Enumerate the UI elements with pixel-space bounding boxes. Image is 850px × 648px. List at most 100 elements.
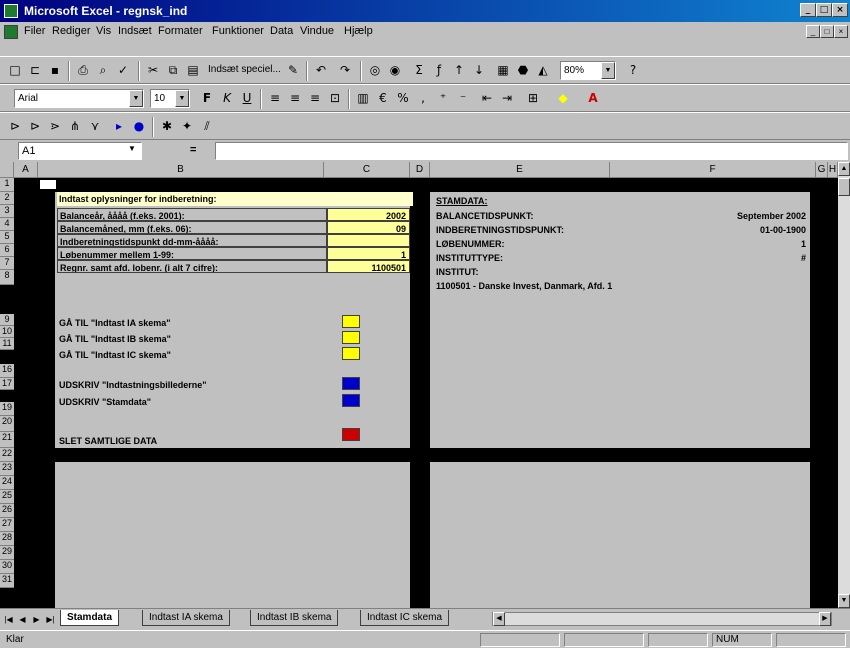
underline-icon[interactable]: U (238, 90, 256, 107)
print-icon[interactable]: ⎙ (74, 62, 92, 79)
next-sheet-icon[interactable]: ▶ (30, 613, 43, 626)
menu-data[interactable]: Data (270, 25, 293, 37)
record-icon[interactable]: ● (130, 118, 148, 135)
bold-icon[interactable]: F (198, 90, 216, 107)
doc-restore-button[interactable]: □ (820, 25, 834, 38)
field-value-reg-number[interactable]: 1100501 (327, 260, 410, 273)
align-right-icon[interactable]: ≡ (306, 90, 324, 107)
decrease-indent-icon[interactable]: ⇤ (478, 90, 496, 107)
row-header[interactable]: 4 (0, 218, 14, 231)
print-input-button[interactable] (342, 377, 360, 390)
row-header[interactable]: 20 (0, 416, 14, 432)
menu-file[interactable]: Filer (24, 25, 45, 37)
last-sheet-icon[interactable]: ▶| (44, 613, 57, 626)
row-header[interactable]: 16 (0, 364, 14, 378)
tab-indtast-ia[interactable]: Indtast IA skema (142, 610, 230, 626)
selected-cell-a1[interactable] (38, 178, 58, 191)
format-painter-icon[interactable]: ✎ (284, 62, 302, 79)
row-header[interactable]: 9 (0, 314, 14, 326)
align-left-icon[interactable]: ≡ (266, 90, 284, 107)
macro-icon[interactable]: ✱ (158, 118, 176, 135)
field-value-balance-year[interactable]: 2002 (327, 208, 410, 221)
goto-ib-button[interactable] (342, 331, 360, 344)
workbook-icon[interactable] (4, 25, 18, 39)
trace-error-icon[interactable]: ⋔ (66, 118, 84, 135)
sort-ascending-icon[interactable]: ↑ (450, 62, 468, 79)
menu-insert[interactable]: Indsæt (118, 25, 152, 37)
scroll-thumb[interactable] (838, 178, 850, 196)
first-sheet-icon[interactable]: |◀ (2, 613, 15, 626)
column-header-a[interactable]: A (14, 162, 38, 178)
goto-ic-button[interactable] (342, 347, 360, 360)
scroll-right-icon[interactable]: ▶ (819, 612, 831, 626)
column-header-g[interactable]: G (816, 162, 828, 178)
copy-icon[interactable]: ⧉ (164, 62, 182, 79)
map-icon[interactable]: ⬣ (514, 62, 532, 79)
office-assistant-icon[interactable]: ? (624, 62, 642, 79)
prev-sheet-icon[interactable]: ◀ (16, 613, 29, 626)
row-header[interactable]: 30 (0, 560, 14, 574)
maximize-button[interactable]: □ (816, 3, 832, 17)
new-comment-icon[interactable]: ⋎ (86, 118, 104, 135)
row-header[interactable]: 5 (0, 231, 14, 244)
doc-minimize-button[interactable]: _ (806, 25, 820, 38)
field-value-sequence-number[interactable]: 1 (327, 247, 410, 260)
field-value-balance-month[interactable]: 09 (327, 221, 410, 234)
tab-indtast-ib[interactable]: Indtast IB skema (250, 610, 339, 626)
vertical-scrollbar[interactable]: ▲ ▼ (838, 162, 850, 608)
chevron-down-icon[interactable]: ▼ (128, 144, 136, 153)
scroll-up-icon[interactable]: ▲ (838, 162, 850, 176)
row-header[interactable]: 8 (0, 270, 14, 285)
row-header[interactable]: 25 (0, 490, 14, 504)
equals-icon[interactable]: = (190, 144, 196, 156)
chart-icon[interactable]: ⫽ (198, 118, 216, 135)
row-header[interactable]: 1 (0, 178, 14, 192)
row-header[interactable]: 22 (0, 448, 14, 462)
web-toolbar-icon[interactable]: ◉ (386, 62, 404, 79)
print-master-button[interactable] (342, 394, 360, 407)
undo-icon[interactable]: ↶ (312, 62, 330, 79)
horizontal-scrollbar[interactable]: ◀ ▶ (492, 612, 832, 626)
open-icon[interactable]: ⊏ (26, 62, 44, 79)
decrease-decimal-icon[interactable]: ⁻ (454, 90, 472, 107)
column-header-c[interactable]: C (324, 162, 410, 178)
euro-icon[interactable]: € (374, 90, 392, 107)
chart-wizard-icon[interactable]: ▦ (494, 62, 512, 79)
row-header[interactable]: 3 (0, 205, 14, 218)
row-header[interactable]: 2 (0, 192, 14, 205)
paste-special-label[interactable]: Indsæt speciel... (208, 64, 281, 75)
zoom-select[interactable]: 80% ▼ (560, 61, 616, 80)
name-box[interactable]: A1 (18, 142, 142, 160)
merge-center-icon[interactable]: ⊡ (326, 90, 344, 107)
row-header[interactable]: 24 (0, 476, 14, 490)
scroll-left-icon[interactable]: ◀ (493, 612, 505, 626)
cut-icon[interactable]: ✂ (144, 62, 162, 79)
minimize-button[interactable]: _ (800, 3, 816, 17)
row-header[interactable]: 27 (0, 518, 14, 532)
chevron-down-icon[interactable]: ▼ (601, 62, 615, 79)
percent-icon[interactable]: % (394, 90, 412, 107)
row-header[interactable]: 6 (0, 244, 14, 257)
currency-icon[interactable]: ▥ (354, 90, 372, 107)
row-header[interactable]: 21 (0, 432, 14, 448)
trace-dependents-icon[interactable]: ⊳ (26, 118, 44, 135)
row-header[interactable]: 23 (0, 462, 14, 476)
save-icon[interactable]: ▪ (46, 62, 64, 79)
paste-icon[interactable]: ▤ (184, 62, 202, 79)
play-icon[interactable]: ▸ (110, 118, 128, 135)
close-button[interactable]: × (832, 3, 848, 17)
doc-close-button[interactable]: × (834, 25, 848, 38)
row-header[interactable]: 7 (0, 257, 14, 270)
redo-icon[interactable]: ↷ (336, 62, 354, 79)
row-header[interactable]: 17 (0, 378, 14, 390)
column-header-e[interactable]: E (430, 162, 610, 178)
autosum-icon[interactable]: Σ (410, 62, 428, 79)
row-header[interactable]: 31 (0, 574, 14, 588)
italic-icon[interactable]: K (218, 90, 236, 107)
fill-color-icon[interactable]: ◆ (554, 90, 572, 107)
row-header[interactable]: 10 (0, 326, 14, 338)
font-color-icon[interactable]: A (584, 90, 602, 107)
chevron-down-icon[interactable]: ▼ (175, 90, 189, 107)
column-header-d[interactable]: D (410, 162, 430, 178)
menu-window[interactable]: Vindue (300, 25, 334, 37)
